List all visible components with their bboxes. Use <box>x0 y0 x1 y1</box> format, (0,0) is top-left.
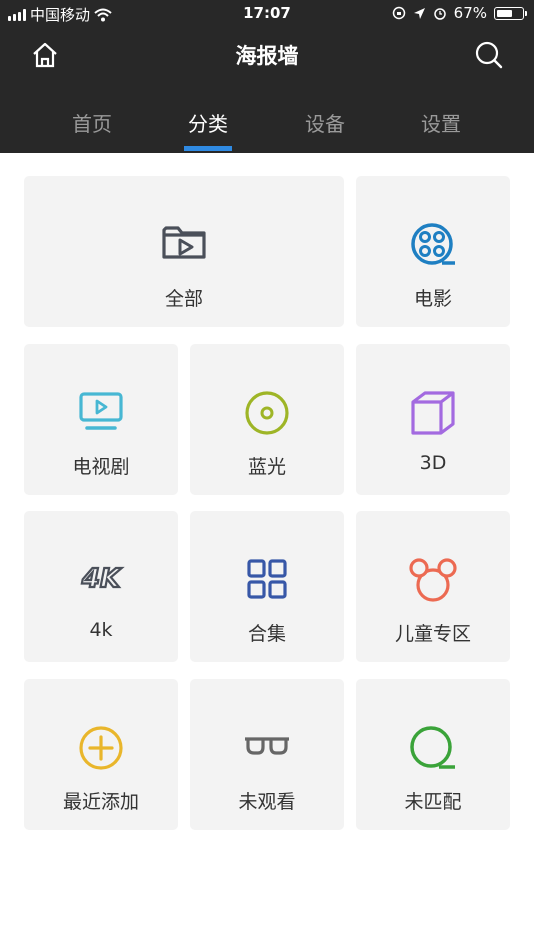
location-icon <box>413 7 425 19</box>
plus-circle-icon <box>79 726 123 770</box>
4k-icon: 4K <box>80 563 123 595</box>
category-all[interactable]: 全部 <box>24 176 344 327</box>
category-label: 电影 <box>413 288 452 310</box>
category-label: 合集 <box>247 623 286 645</box>
svg-text:4K: 4K <box>81 564 122 594</box>
battery-percent: 67% <box>453 4 487 22</box>
tab-settings[interactable]: 设置 <box>391 108 491 137</box>
tab-label: 分类 <box>188 112 228 136</box>
category-collections[interactable]: 合集 <box>190 511 344 662</box>
status-bar: 中国移动 17:07 67% <box>0 0 534 28</box>
disc-icon <box>245 391 289 435</box>
tv-icon <box>79 392 123 430</box>
category-recently-added[interactable]: 最近添加 <box>24 679 178 830</box>
category-3d[interactable]: 3D <box>356 344 510 495</box>
category-kids[interactable]: 儿童专区 <box>356 511 510 662</box>
grid-icon <box>247 559 287 599</box>
mouse-ears-icon <box>409 558 457 602</box>
category-bluray[interactable]: 蓝光 <box>190 344 344 495</box>
category-label: 未匹配 <box>404 791 462 813</box>
glasses-icon <box>245 737 289 755</box>
category-label: 4k <box>89 619 113 641</box>
app-header: 中国移动 17:07 67% 海报墙 首页 分类 设备 设置 <box>0 0 534 153</box>
tab-label: 首页 <box>72 112 112 136</box>
category-tv-series[interactable]: 电视剧 <box>24 344 178 495</box>
category-label: 全部 <box>164 288 203 310</box>
tab-category[interactable]: 分类 <box>158 108 258 151</box>
battery-icon <box>494 6 527 20</box>
category-label: 最近添加 <box>62 791 139 813</box>
film-reel-icon <box>411 223 455 265</box>
tab-devices[interactable]: 设备 <box>275 108 375 137</box>
tab-home[interactable]: 首页 <box>42 108 142 137</box>
tab-label: 设备 <box>305 112 345 136</box>
category-label: 儿童专区 <box>394 623 471 645</box>
search-icon[interactable] <box>474 40 504 70</box>
tab-indicator <box>184 146 232 151</box>
page-title: 海报墙 <box>235 44 299 68</box>
category-label: 电视剧 <box>72 456 130 478</box>
category-label: 3D <box>419 452 447 474</box>
folder-play-icon <box>162 226 206 259</box>
category-unwatched[interactable]: 未观看 <box>190 679 344 830</box>
q-icon <box>410 726 455 769</box>
category-label: 蓝光 <box>247 456 286 478</box>
cube-icon <box>411 391 455 435</box>
alarm-icon <box>433 8 446 20</box>
category-unmatched[interactable]: 未匹配 <box>356 679 510 830</box>
category-label: 未观看 <box>238 791 296 813</box>
tab-label: 设置 <box>421 112 461 136</box>
orientation-lock-icon <box>392 6 405 20</box>
tab-bar: 首页 分类 设备 设置 <box>0 108 534 153</box>
category-movies[interactable]: 电影 <box>356 176 510 327</box>
battery-level <box>497 9 512 17</box>
category-4k[interactable]: 4K 4k <box>24 511 178 662</box>
